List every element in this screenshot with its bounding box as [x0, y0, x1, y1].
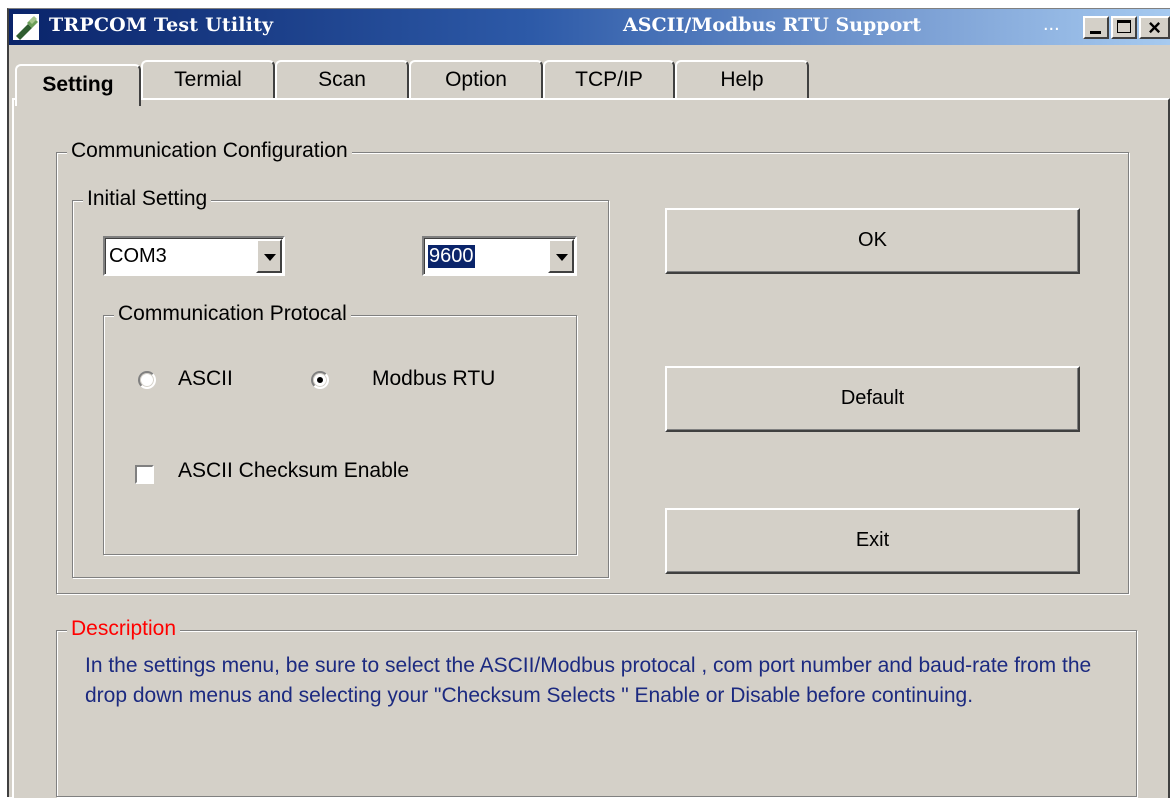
com-port-select[interactable]: COM3: [103, 236, 285, 276]
tab-panel-setting: Communication Configuration Initial Sett…: [12, 98, 1170, 798]
baud-rate-select[interactable]: 9600: [422, 236, 577, 276]
radio-selected-dot: [317, 377, 323, 383]
baud-rate-value: 9600: [428, 245, 475, 268]
title-ellipsis: ...: [1043, 13, 1060, 35]
window-title: TRPCOM Test Utility: [49, 14, 274, 36]
tab-scan[interactable]: Scan: [275, 60, 409, 100]
ascii-radio[interactable]: [138, 371, 156, 389]
communication-protocol-title: Communication Protocal: [114, 302, 351, 326]
minimize-button[interactable]: [1083, 16, 1109, 39]
baud-rate-dropdown-button[interactable]: [548, 239, 574, 273]
com-port-value: COM3: [109, 245, 167, 267]
tab-help[interactable]: Help: [675, 60, 809, 100]
ascii-checksum-label[interactable]: ASCII Checksum Enable: [178, 459, 409, 483]
minimize-icon: [1090, 31, 1101, 34]
chevron-down-icon: [556, 254, 568, 261]
tab-tcpip[interactable]: TCP/IP: [543, 60, 675, 100]
initial-setting-group: Initial Setting COM3 9600 Communication …: [72, 187, 609, 578]
ok-button[interactable]: OK: [665, 208, 1080, 274]
maximize-icon: [1117, 20, 1131, 33]
default-button[interactable]: Default: [665, 366, 1080, 432]
exit-button[interactable]: Exit: [665, 508, 1080, 574]
app-icon: [13, 14, 39, 40]
close-button[interactable]: ×: [1139, 15, 1170, 40]
close-icon: ×: [1148, 15, 1161, 40]
ascii-radio-label[interactable]: ASCII: [178, 367, 233, 391]
chevron-down-icon: [264, 254, 276, 261]
communication-configuration-title: Communication Configuration: [67, 139, 352, 163]
app-window: TRPCOM Test Utility ASCII/Modbus RTU Sup…: [7, 8, 1170, 798]
modbus-rtu-radio-label[interactable]: Modbus RTU: [372, 367, 495, 391]
tab-termial[interactable]: Termial: [141, 60, 275, 100]
modbus-rtu-radio[interactable]: [311, 371, 329, 389]
description-text: In the settings menu, be sure to select …: [85, 654, 1092, 707]
maximize-button[interactable]: [1111, 16, 1137, 39]
initial-setting-title: Initial Setting: [83, 187, 212, 211]
ascii-checksum-checkbox[interactable]: [135, 465, 154, 484]
tab-setting[interactable]: Setting: [15, 64, 141, 106]
tab-option[interactable]: Option: [409, 60, 543, 100]
title-bar[interactable]: TRPCOM Test Utility ASCII/Modbus RTU Sup…: [9, 9, 1170, 45]
description-group: Description In the settings menu, be sur…: [56, 617, 1137, 797]
window-subtitle: ASCII/Modbus RTU Support: [623, 14, 922, 36]
com-port-dropdown-button[interactable]: [256, 239, 282, 273]
description-title: Description: [67, 617, 181, 641]
communication-protocol-group: Communication Protocal ASCII Modbus RTU …: [103, 302, 577, 555]
